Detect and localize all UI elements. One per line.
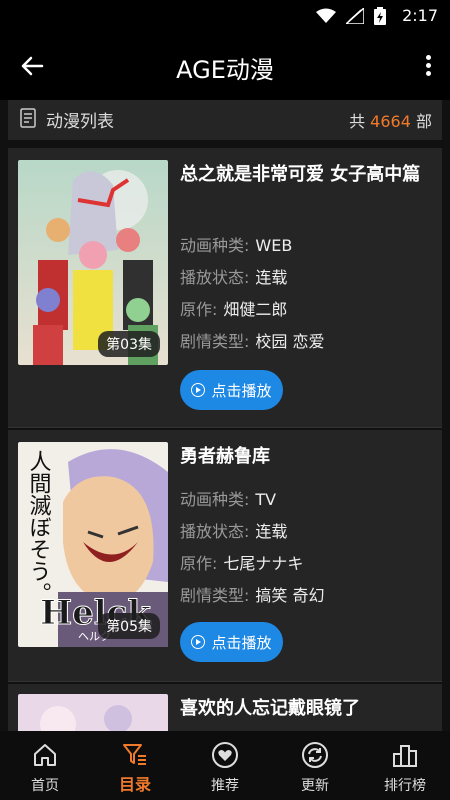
anime-card[interactable]: 人間滅ぼそう。 Helck ヘルク 第05集 勇者赫鲁库 动画种类: TV 播放状… <box>8 430 442 682</box>
original-author: 原作: 七尾ナナキ <box>180 554 304 573</box>
status-bar: 2:17 <box>0 0 450 32</box>
battery-icon <box>374 7 386 25</box>
heart-icon <box>212 742 238 768</box>
refresh-icon <box>302 742 328 768</box>
anime-title[interactable]: 喜欢的人忘记戴眼镜了 <box>180 694 432 723</box>
total-count-number: 4664 <box>370 112 411 131</box>
poster-image[interactable] <box>18 694 168 731</box>
play-icon <box>191 383 206 397</box>
anime-type: 动画种类: TV <box>180 490 277 509</box>
document-icon <box>20 108 36 128</box>
nav-recommend[interactable]: 推荐 <box>180 731 270 800</box>
anime-title[interactable]: 总之就是非常可爱 女子高中篇 <box>180 160 432 189</box>
anime-title[interactable]: 勇者赫鲁库 <box>180 442 432 471</box>
signal-icon <box>346 8 364 24</box>
episode-badge: 第03集 <box>98 331 160 357</box>
genre: 剧情类型: 校园 恋爱 <box>180 332 325 351</box>
play-button[interactable]: 点击播放 <box>180 370 283 410</box>
anime-card[interactable]: 喜欢的人忘记戴眼镜了 <box>8 684 442 731</box>
status-icons <box>316 7 386 25</box>
anime-type: 动画种类: WEB <box>180 236 293 255</box>
nav-ranking[interactable]: 排行榜 <box>360 731 450 800</box>
nav-catalog[interactable]: 目录 <box>90 731 180 800</box>
list-header: 动漫列表 共 4664 部 <box>8 100 442 140</box>
play-status: 播放状态: 连载 <box>180 522 288 541</box>
list-title: 动漫列表 <box>46 112 114 132</box>
play-icon <box>191 635 206 649</box>
episode-badge: 第05集 <box>98 613 160 639</box>
bottom-navigation: 首页 目录 推荐 更新 排行榜 <box>0 731 450 800</box>
app-bar: AGE动漫 <box>0 32 450 100</box>
nav-updates[interactable]: 更新 <box>270 731 360 800</box>
play-button[interactable]: 点击播放 <box>180 622 283 662</box>
more-options-button[interactable] <box>420 52 436 80</box>
wifi-icon <box>316 8 336 23</box>
status-time: 2:17 <box>402 6 438 25</box>
app-title: AGE动漫 <box>176 56 274 84</box>
original-author: 原作: 畑健二郎 <box>180 300 288 319</box>
poster-vertical-text: 人間滅ぼそう。 <box>26 450 52 604</box>
ranking-icon <box>393 745 417 767</box>
nav-home[interactable]: 首页 <box>0 731 90 800</box>
total-count: 共 4664 部 <box>349 112 432 131</box>
genre: 剧情类型: 搞笑 奇幻 <box>180 586 325 605</box>
home-icon <box>34 744 56 766</box>
anime-list[interactable]: 动漫列表 共 4664 部 第03集 总之就是非常可爱 女子高中篇 动画种类: … <box>0 100 450 731</box>
anime-card[interactable]: 第03集 总之就是非常可爱 女子高中篇 动画种类: WEB 播放状态: 连载 原作:… <box>8 148 442 428</box>
play-status: 播放状态: 连载 <box>180 268 288 287</box>
filter-list-icon <box>123 744 146 765</box>
poster-image[interactable]: 第03集 <box>18 160 168 365</box>
poster-image[interactable]: 人間滅ぼそう。 Helck ヘルク 第05集 <box>18 442 168 647</box>
